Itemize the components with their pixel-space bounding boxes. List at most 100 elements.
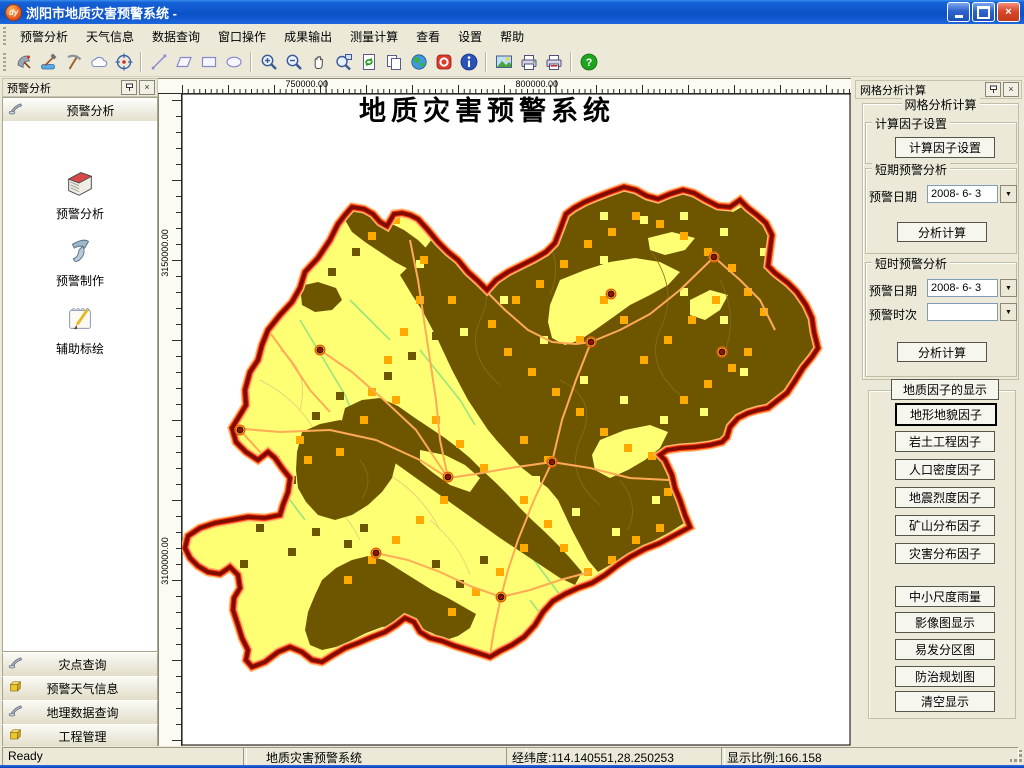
refresh-button[interactable] bbox=[356, 50, 381, 74]
image-view-button[interactable] bbox=[491, 50, 516, 74]
left-panel-header[interactable]: 预警分析 bbox=[2, 97, 158, 123]
display-button-清空显示[interactable]: 清空显示 bbox=[895, 691, 995, 712]
right-panel-close-button[interactable]: × bbox=[1003, 82, 1019, 97]
display-button-易发分区图[interactable]: 易发分区图 bbox=[895, 639, 995, 660]
menu-item-成果输出[interactable]: 成果输出 bbox=[275, 25, 341, 48]
target-button[interactable] bbox=[111, 50, 136, 74]
print-preview-button[interactable] bbox=[541, 50, 566, 74]
left-item-预警分析[interactable]: 预警分析 bbox=[3, 166, 157, 222]
draw-line-button[interactable] bbox=[146, 50, 171, 74]
zoom-in-button[interactable] bbox=[256, 50, 281, 74]
sketch-icon bbox=[63, 301, 97, 335]
left-item-辅助标绘[interactable]: 辅助标绘 bbox=[3, 301, 157, 357]
menu-item-帮助[interactable]: 帮助 bbox=[491, 25, 533, 48]
draw-rect-button[interactable] bbox=[196, 50, 221, 74]
calc-factor-settings-button[interactable]: 计算因子设置 bbox=[895, 137, 995, 158]
print-button[interactable] bbox=[516, 50, 541, 74]
section-bar-地理数据查询[interactable]: 地理数据查询 bbox=[2, 700, 158, 725]
sketch-icon bbox=[3, 301, 157, 338]
geology-factor-display-button[interactable]: 地质因子的显示 bbox=[891, 379, 999, 400]
target-icon bbox=[114, 52, 134, 72]
help-button[interactable]: ? bbox=[576, 50, 601, 74]
draw-ellipse-button[interactable] bbox=[221, 50, 246, 74]
map-canvas[interactable]: 地质灾害预警系统 bbox=[182, 94, 851, 746]
chevron-down-icon[interactable]: ▼ bbox=[1000, 279, 1017, 297]
zoom-window-button[interactable] bbox=[331, 50, 356, 74]
left-item-label: 预警分析 bbox=[3, 205, 157, 222]
display-button-影像图显示[interactable]: 影像图显示 bbox=[895, 612, 995, 633]
short-time-date-combo[interactable]: 2008- 6- 3 ▼ bbox=[927, 279, 1017, 297]
copy-button[interactable] bbox=[381, 50, 406, 74]
left-item-预警制作[interactable]: 预警制作 bbox=[3, 233, 157, 289]
factor-button-地形地貌因子[interactable]: 地形地貌因子 bbox=[895, 403, 997, 426]
cube-icon bbox=[8, 727, 24, 746]
book-icon bbox=[63, 166, 97, 200]
menu-item-窗口操作[interactable]: 窗口操作 bbox=[209, 25, 275, 48]
menu-item-天气信息[interactable]: 天气信息 bbox=[77, 25, 143, 48]
menu-item-预警分析[interactable]: 预警分析 bbox=[11, 25, 77, 48]
menu-item-查看[interactable]: 查看 bbox=[407, 25, 449, 48]
short-time-group-title: 短时预警分析 bbox=[872, 255, 950, 272]
display-button-中小尺度雨量[interactable]: 中小尺度雨量 bbox=[895, 586, 995, 607]
info-icon bbox=[459, 52, 479, 72]
menu-item-测量计算[interactable]: 测量计算 bbox=[341, 25, 407, 48]
factor-button-地震烈度因子[interactable]: 地震烈度因子 bbox=[895, 487, 995, 508]
draw-polygon-icon bbox=[174, 52, 194, 72]
minimize-button[interactable] bbox=[947, 2, 970, 22]
close-icon: × bbox=[1008, 85, 1013, 94]
close-button[interactable]: × bbox=[997, 2, 1020, 22]
stop-icon bbox=[434, 52, 454, 72]
chevron-down-icon[interactable]: ▼ bbox=[1000, 303, 1017, 321]
radar-button[interactable] bbox=[11, 50, 36, 74]
make-icon bbox=[63, 233, 97, 267]
info-button[interactable] bbox=[456, 50, 481, 74]
globe-button[interactable] bbox=[406, 50, 431, 74]
section-bar-灾点查询[interactable]: 灾点查询 bbox=[2, 652, 158, 677]
warning-date-label: 预警日期 bbox=[869, 282, 917, 299]
display-button-防治规划图[interactable]: 防治规划图 bbox=[895, 666, 995, 687]
stop-button[interactable] bbox=[431, 50, 456, 74]
toolbar-separator bbox=[140, 52, 142, 72]
analysis-hammer-icon bbox=[39, 52, 59, 72]
pickaxe-button[interactable] bbox=[61, 50, 86, 74]
short-term-analyze-button[interactable]: 分析计算 bbox=[897, 222, 987, 242]
globe-icon bbox=[409, 52, 429, 72]
left-item-label: 预警制作 bbox=[3, 272, 157, 289]
pin-icon bbox=[125, 83, 134, 92]
menu-item-数据查询[interactable]: 数据查询 bbox=[143, 25, 209, 48]
factor-button-灾害分布因子[interactable]: 灾害分布因子 bbox=[895, 543, 995, 564]
maximize-button[interactable] bbox=[972, 2, 995, 22]
pin-button[interactable] bbox=[121, 80, 137, 95]
make-icon bbox=[3, 233, 157, 270]
menu-item-设置[interactable]: 设置 bbox=[449, 25, 491, 48]
menu-grip[interactable] bbox=[3, 27, 6, 45]
section-label: 地理数据查询 bbox=[28, 704, 137, 721]
zoom-out-button[interactable] bbox=[281, 50, 306, 74]
short-term-date-value[interactable]: 2008- 6- 3 bbox=[927, 185, 998, 203]
section-label: 工程管理 bbox=[28, 728, 137, 745]
draw-polygon-button[interactable] bbox=[171, 50, 196, 74]
window-title: 浏阳市地质灾害预警系统 - bbox=[26, 3, 177, 22]
short-time-period-combo[interactable]: ▼ bbox=[927, 303, 1017, 321]
cube-icon bbox=[8, 679, 24, 695]
short-term-date-combo[interactable]: 2008- 6- 3 ▼ bbox=[927, 185, 1017, 203]
pan-hand-button[interactable] bbox=[306, 50, 331, 74]
section-bar-预警天气信息[interactable]: 预警天气信息 bbox=[2, 676, 158, 701]
resize-grip[interactable] bbox=[1010, 750, 1023, 763]
analysis-hammer-button[interactable] bbox=[36, 50, 61, 74]
brush-icon bbox=[8, 101, 24, 117]
cloud-button[interactable] bbox=[86, 50, 111, 74]
short-time-analyze-button[interactable]: 分析计算 bbox=[897, 342, 987, 362]
factor-button-矿山分布因子[interactable]: 矿山分布因子 bbox=[895, 515, 995, 536]
left-panel-close-button[interactable]: × bbox=[139, 80, 155, 95]
toolbar-separator bbox=[570, 52, 572, 72]
factor-button-岩土工程因子[interactable]: 岩土工程因子 bbox=[895, 431, 995, 452]
factor-button-人口密度因子[interactable]: 人口密度因子 bbox=[895, 459, 995, 480]
pin-button[interactable] bbox=[985, 82, 1001, 97]
short-time-period-value[interactable] bbox=[927, 303, 998, 321]
radar-icon bbox=[14, 52, 34, 72]
short-time-date-value[interactable]: 2008- 6- 3 bbox=[927, 279, 998, 297]
draw-ellipse-icon bbox=[224, 52, 244, 72]
chevron-down-icon[interactable]: ▼ bbox=[1000, 185, 1017, 203]
toolbar-grip[interactable] bbox=[3, 53, 6, 71]
